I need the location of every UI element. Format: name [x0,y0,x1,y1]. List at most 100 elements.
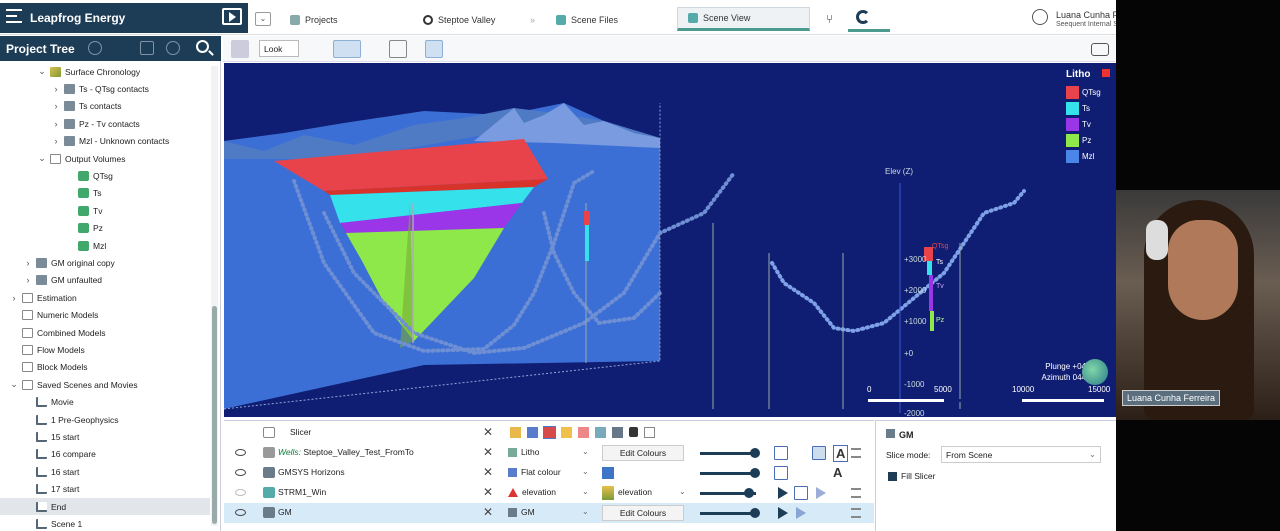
expand-down-icon[interactable]: ⌄ [38,66,46,77]
opacity-slider-knob[interactable] [750,468,760,478]
expand-down-icon[interactable]: ⌄ [38,153,46,164]
scene-row-slicer[interactable]: Slicer ✕ [224,423,874,443]
look-dropdown[interactable]: Look [259,40,299,57]
tree-item[interactable]: 1 Pre-Geophysics [0,411,210,428]
legend-toggle-icon[interactable] [774,466,788,480]
cube-pink-icon[interactable] [578,427,589,438]
panel-icon[interactable] [389,40,407,58]
legend-toggle-icon[interactable] [774,446,788,460]
colour-source[interactable]: elevation [508,487,556,497]
chevron-down-icon[interactable]: ⌄ [582,507,589,516]
colour-source[interactable]: Litho [508,447,539,457]
view-list-icon[interactable] [231,40,249,58]
draw-slicer-icon[interactable] [333,40,361,58]
search-icon[interactable] [196,40,209,53]
tree-item[interactable]: › GM unfaulted [0,272,210,289]
play-icon[interactable] [778,507,788,519]
tree-item[interactable]: ⌄ Output Volumes [0,150,210,167]
opacity-slider-knob[interactable] [744,488,754,498]
legend-close-icon[interactable] [1102,69,1110,77]
visibility-eye-icon[interactable] [235,469,246,476]
compass-globe-icon[interactable] [1082,359,1108,385]
expand-right-icon[interactable]: › [52,119,60,129]
tree-item[interactable]: Movie [0,394,210,411]
colour-source[interactable]: GM [508,507,535,517]
cube-teal-icon[interactable] [595,427,606,438]
visibility-eye-off-icon[interactable] [235,489,246,496]
scene-row-gmsys-horizons[interactable]: GMSYS Horizons ✕ Flat colour ⌄ A [224,463,874,483]
remove-icon[interactable]: ✕ [483,445,493,459]
dropdown-chevron-icon[interactable]: ⌄ [255,12,271,26]
tree-item[interactable]: 16 start [0,463,210,480]
tree-item[interactable]: Combined Models [0,324,210,341]
opacity-slider[interactable] [700,452,756,455]
lock-icon[interactable] [629,427,638,437]
expand-right-icon[interactable]: › [24,258,32,268]
branch-icon[interactable]: ⑂ [826,12,833,26]
scene-row-gm[interactable]: GM ✕ GM ⌄ Edit Colours [224,503,874,523]
tab-projects[interactable]: Projects [290,8,338,32]
tree-item[interactable]: › GM original copy [0,254,210,271]
palette-icon[interactable] [644,427,655,438]
remove-icon[interactable]: ✕ [483,465,493,479]
scene-row-strm1[interactable]: STRM1_Win ✕ elevation ⌄ elevation ⌄ [224,483,874,503]
edit-colours-button[interactable]: Edit Colours [602,505,684,521]
expand-right-icon[interactable]: › [52,136,60,146]
remove-icon[interactable]: ✕ [483,505,493,519]
more-menu-icon[interactable] [851,488,861,498]
tree-item[interactable]: › Pz - Tv contacts [0,115,210,132]
rotate-icon[interactable] [309,40,327,58]
tree-item[interactable]: End [0,498,210,515]
tab-scene-view[interactable]: Scene View [677,7,810,31]
tree-item[interactable]: Tv [0,202,210,219]
opacity-slider-knob[interactable] [750,448,760,458]
visibility-eye-icon[interactable] [235,449,246,456]
scene-3d-view[interactable]: QTsg Ts Tv Pz Elev (Z) +3000 +2000 +1000… [224,63,1116,417]
tree-item[interactable]: Pz [0,220,210,237]
sync-icon[interactable] [856,10,870,24]
play-icon[interactable] [222,8,242,25]
tab-scene-files[interactable]: Scene Files [556,8,618,32]
fill-slicer-checkbox[interactable] [888,472,897,481]
tree-item[interactable]: QTsg [0,167,210,184]
expand-down-icon[interactable]: ⌄ [10,379,18,390]
slice-mode-select[interactable]: From Scene ⌄ [941,446,1101,463]
tab-steptoe-valley[interactable]: Steptoe Valley [423,8,495,32]
colour-ramp-label[interactable]: elevation [618,487,652,497]
scene-row-wells[interactable]: Wells: Steptoe_Valley_Test_FromTo ✕ Lith… [224,443,874,463]
select-cursor-icon[interactable] [425,40,443,58]
expand-right-icon[interactable]: › [52,101,60,111]
pencil-icon[interactable] [449,40,467,58]
colour-source[interactable]: Flat colour [508,467,561,477]
tree-item[interactable]: Flow Models [0,341,210,358]
edit-colours-button[interactable]: Edit Colours [602,445,684,461]
tree-item[interactable]: › Estimation [0,289,210,306]
opacity-slider[interactable] [700,472,756,475]
filter-icon[interactable] [166,41,180,55]
more-menu-icon[interactable] [851,448,861,458]
hamburger-menu-icon[interactable] [6,9,22,23]
tree-item[interactable]: 16 compare [0,446,210,463]
play-outline-icon[interactable] [796,507,806,519]
tree-item[interactable]: ⌄ Saved Scenes and Movies [0,376,210,393]
tree-item[interactable]: › Mzl - Unknown contacts [0,133,210,150]
more-menu-icon[interactable] [851,508,861,518]
frame-icon[interactable] [794,486,808,500]
opacity-slider-knob[interactable] [750,508,760,518]
cube-red-icon[interactable] [543,426,556,439]
expand-right-icon[interactable]: › [10,293,18,303]
remove-icon[interactable]: ✕ [483,485,493,499]
tree-item[interactable]: Ts [0,185,210,202]
cube-orange-icon[interactable] [561,427,572,438]
cube-blue-icon[interactable] [527,427,538,438]
tree-item[interactable]: › Ts contacts [0,98,210,115]
chevron-down-icon[interactable]: ⌄ [679,487,686,496]
tree-item[interactable]: 15 start [0,428,210,445]
expand-right-icon[interactable]: › [52,84,60,94]
chevron-down-icon[interactable]: ⌄ [582,487,589,496]
tree-scrollbar-thumb[interactable] [212,306,217,524]
tree-item[interactable]: ⌄ Surface Chronology [0,63,210,80]
collapse-icon[interactable] [140,41,154,55]
label-toggle-icon[interactable]: A [833,465,842,480]
cube-slate-icon[interactable] [612,427,623,438]
